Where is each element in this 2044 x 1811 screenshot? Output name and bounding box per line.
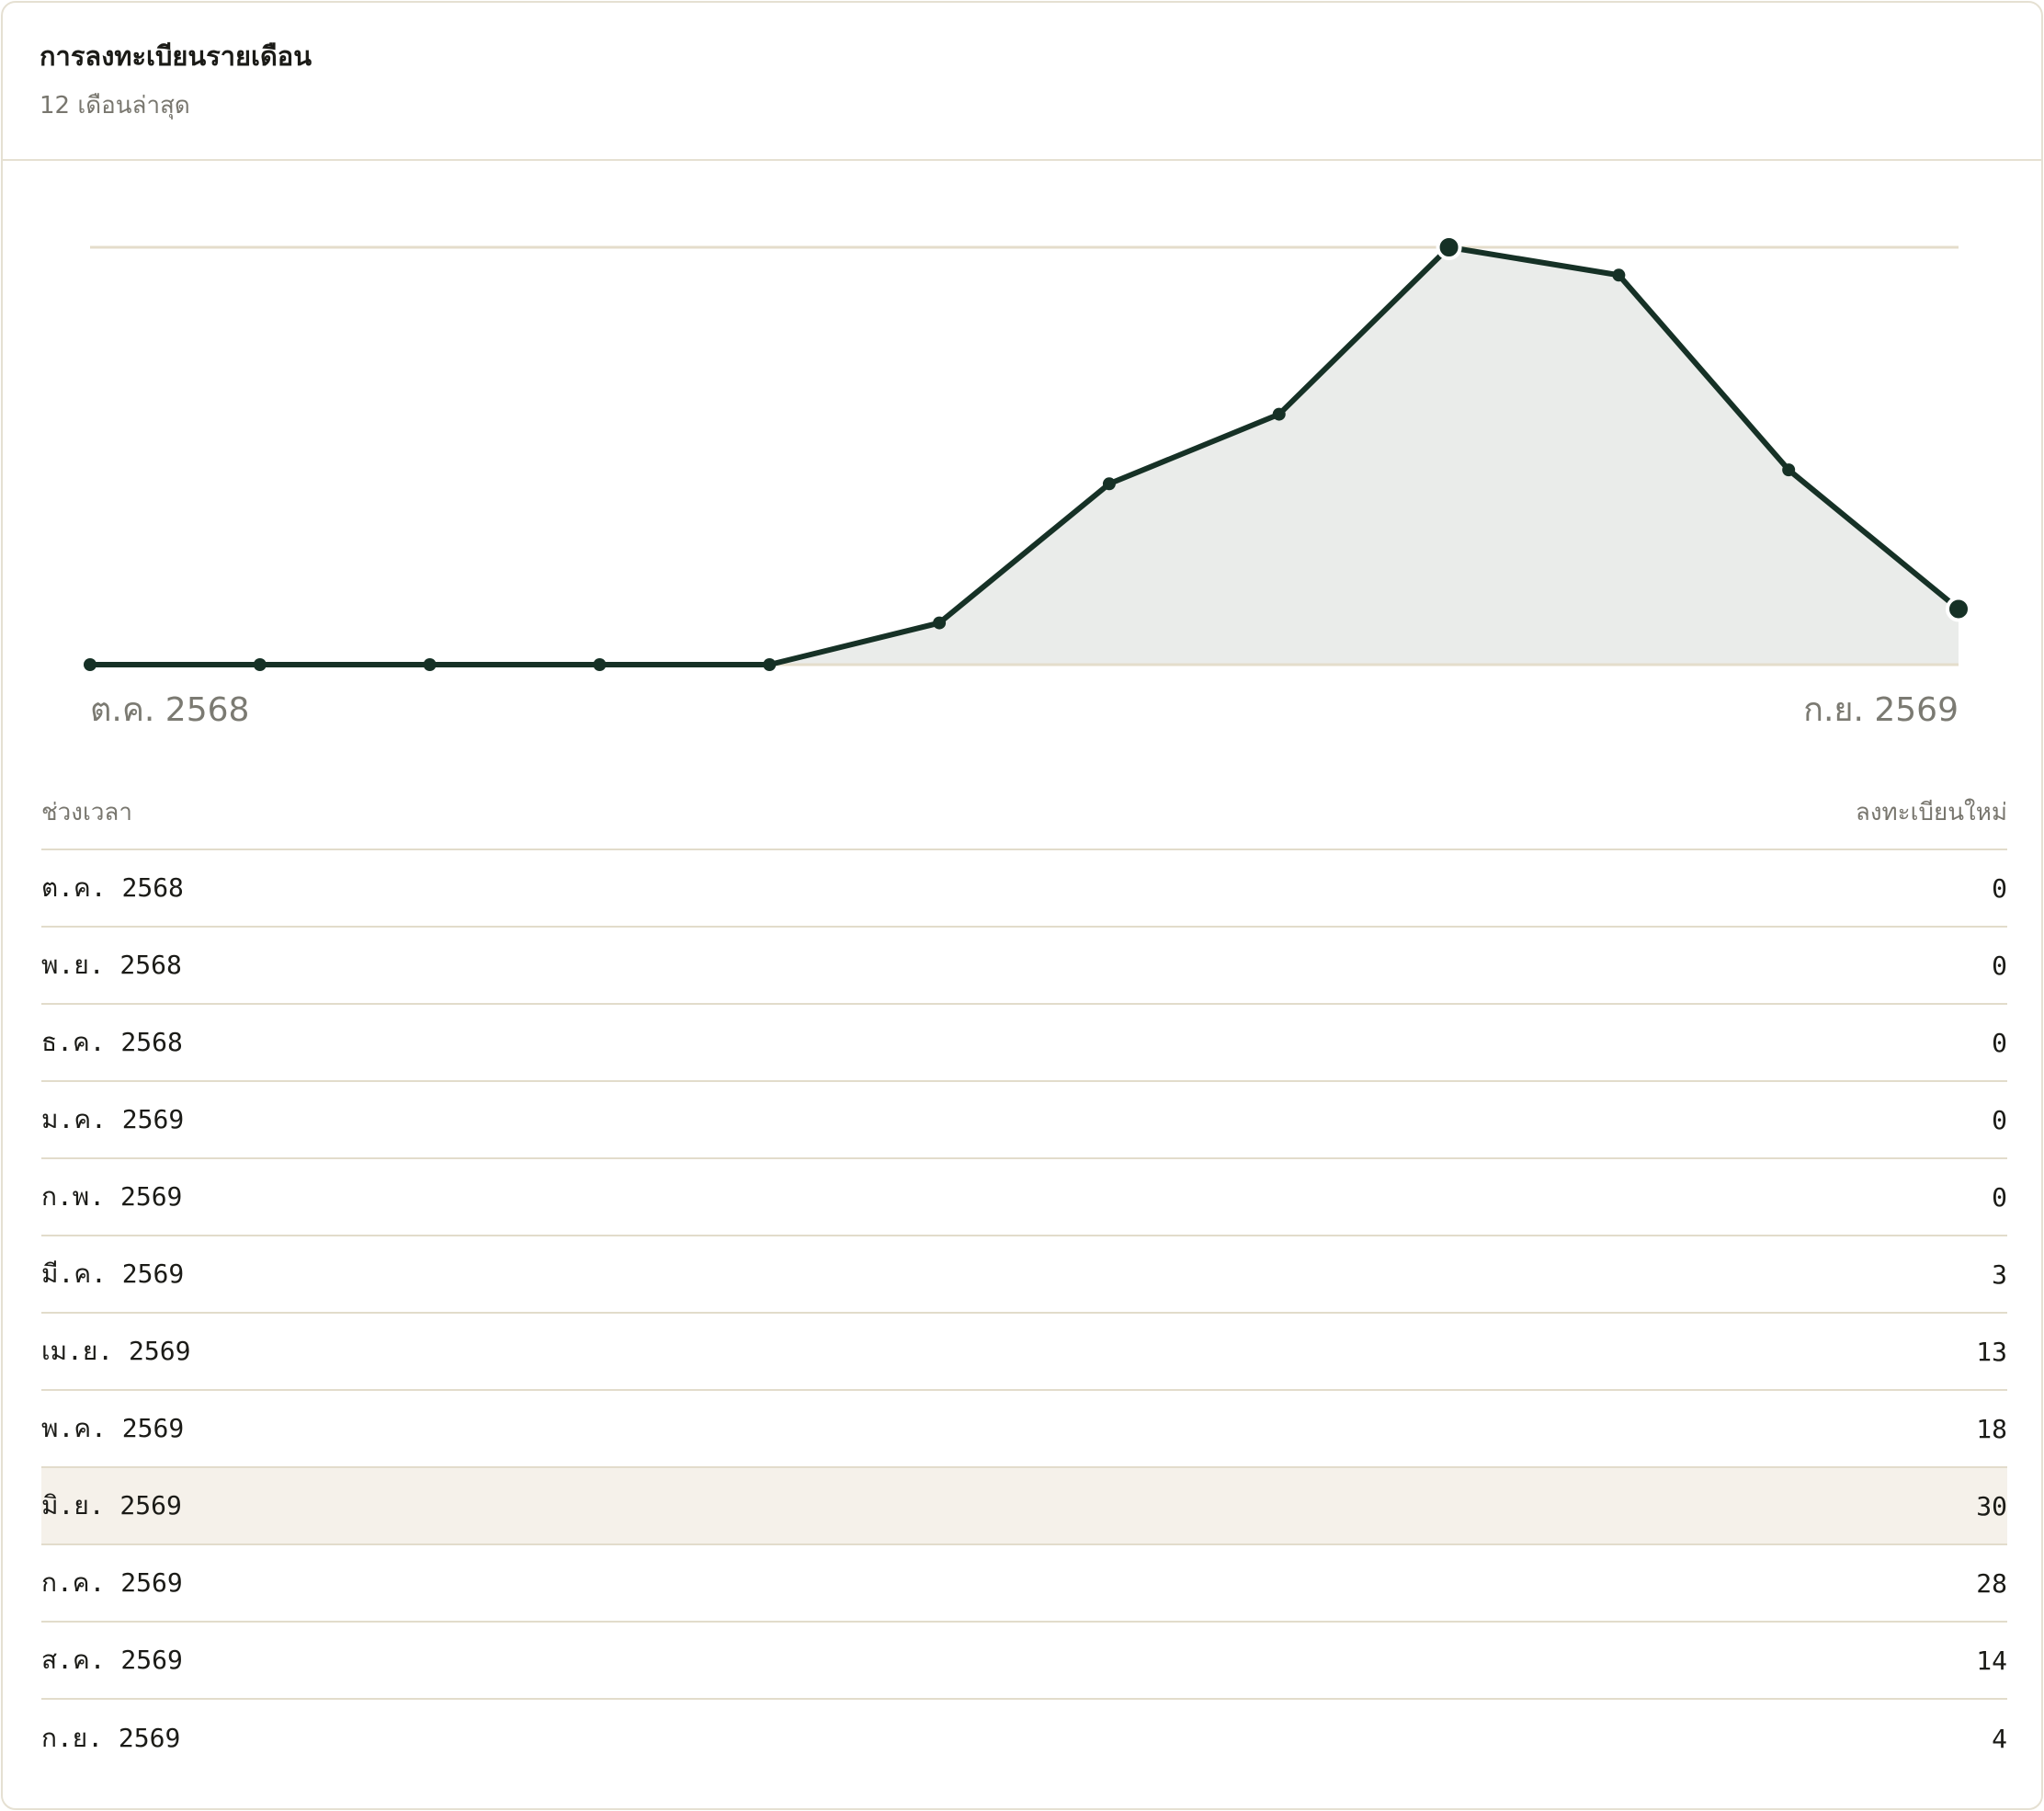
table-row[interactable]: ก.ย. 2569 4 — [41, 1700, 2007, 1777]
line-chart: ต.ค. 2568 ก.ย. 2569 — [3, 161, 2041, 768]
table-cell-count: 0 — [1992, 872, 2007, 904]
table-cell-count: 28 — [1976, 1567, 2007, 1599]
table-row[interactable]: ต.ค. 2568 0 — [41, 850, 2007, 928]
table-cell-count: 3 — [1992, 1259, 2007, 1290]
table-row[interactable]: ม.ค. 2569 0 — [41, 1082, 2007, 1159]
table-row[interactable]: ส.ค. 2569 14 — [41, 1623, 2007, 1700]
table-cell-period: ก.ย. 2569 — [41, 1723, 181, 1753]
chart-point[interactable] — [1272, 407, 1286, 421]
x-axis-label-first: ต.ค. 2568 — [90, 691, 249, 729]
table-cell-count: 4 — [1992, 1723, 2007, 1754]
line-chart-svg: ต.ค. 2568 ก.ย. 2569 — [84, 234, 1971, 729]
registrations-card: การลงทะเบียนรายเดือน 12 เดือนล่าสุด ต.ค.… — [1, 1, 2043, 1810]
table-header: ช่วงเวลา ลงทะเบียนใหม่ — [41, 775, 2007, 850]
chart-point[interactable] — [1612, 268, 1626, 282]
table-cell-count: 18 — [1976, 1413, 2007, 1444]
table-row[interactable]: เม.ย. 2569 13 — [41, 1314, 2007, 1391]
table-header-count: ลงทะเบียนใหม่ — [1855, 798, 2007, 826]
table-cell-count: 30 — [1976, 1490, 2007, 1521]
table-cell-period: พ.ค. 2569 — [41, 1413, 185, 1443]
card-subtitle: 12 เดือนล่าสุด — [40, 92, 190, 120]
table-cell-period: มี.ค. 2569 — [41, 1259, 185, 1289]
table-cell-count: 0 — [1992, 1181, 2007, 1213]
table-row[interactable]: ธ.ค. 2568 0 — [41, 1005, 2007, 1082]
data-table: ช่วงเวลา ลงทะเบียนใหม่ ต.ค. 2568 0 พ.ย. 25… — [41, 775, 2007, 1777]
table-cell-period: ม.ค. 2569 — [41, 1104, 185, 1134]
table-header-period: ช่วงเวลา — [41, 798, 132, 826]
table-cell-period: ธ.ค. 2568 — [41, 1027, 183, 1057]
table-cell-period: ก.พ. 2569 — [41, 1181, 183, 1212]
x-axis-label-last: ก.ย. 2569 — [1803, 691, 1959, 729]
table-row[interactable]: ก.ค. 2569 28 — [41, 1545, 2007, 1623]
chart-point[interactable] — [84, 658, 97, 671]
table-row[interactable]: พ.ค. 2569 18 — [41, 1391, 2007, 1468]
chart-point[interactable] — [1436, 234, 1462, 260]
table-cell-period: ส.ค. 2569 — [41, 1645, 183, 1675]
table-row[interactable]: ก.พ. 2569 0 — [41, 1159, 2007, 1236]
card-header: การลงทะเบียนรายเดือน 12 เดือนล่าสุด — [3, 3, 2041, 161]
table-cell-count: 0 — [1992, 1104, 2007, 1135]
table-cell-count: 0 — [1992, 950, 2007, 981]
chart-point[interactable] — [1782, 463, 1796, 477]
chart-point[interactable] — [593, 658, 607, 671]
chart-area-fill — [90, 247, 1959, 665]
table-cell-count: 13 — [1976, 1336, 2007, 1367]
chart-point[interactable] — [423, 658, 437, 671]
table-cell-period: มิ.ย. 2569 — [41, 1490, 182, 1521]
table-cell-count: 0 — [1992, 1027, 2007, 1058]
table-cell-count: 14 — [1976, 1645, 2007, 1676]
chart-point[interactable] — [763, 658, 777, 671]
chart-point[interactable] — [933, 616, 947, 630]
table-body: ต.ค. 2568 0 พ.ย. 2568 0 ธ.ค. 2568 0 ม.ค. 2569 0… — [41, 850, 2007, 1777]
table-cell-period: เม.ย. 2569 — [41, 1336, 191, 1366]
table-cell-period: พ.ย. 2568 — [41, 950, 182, 980]
chart-point[interactable] — [1946, 596, 1971, 622]
table-cell-period: ต.ค. 2568 — [41, 872, 184, 903]
table-row[interactable]: มี.ค. 2569 3 — [41, 1236, 2007, 1314]
table-cell-period: ก.ค. 2569 — [41, 1567, 183, 1598]
table-row[interactable]: มิ.ย. 2569 30 — [41, 1468, 2007, 1545]
chart-point[interactable] — [1102, 477, 1116, 491]
chart-point[interactable] — [253, 658, 267, 671]
table-row[interactable]: พ.ย. 2568 0 — [41, 928, 2007, 1005]
card-title: การลงทะเบียนรายเดือน — [40, 40, 312, 72]
